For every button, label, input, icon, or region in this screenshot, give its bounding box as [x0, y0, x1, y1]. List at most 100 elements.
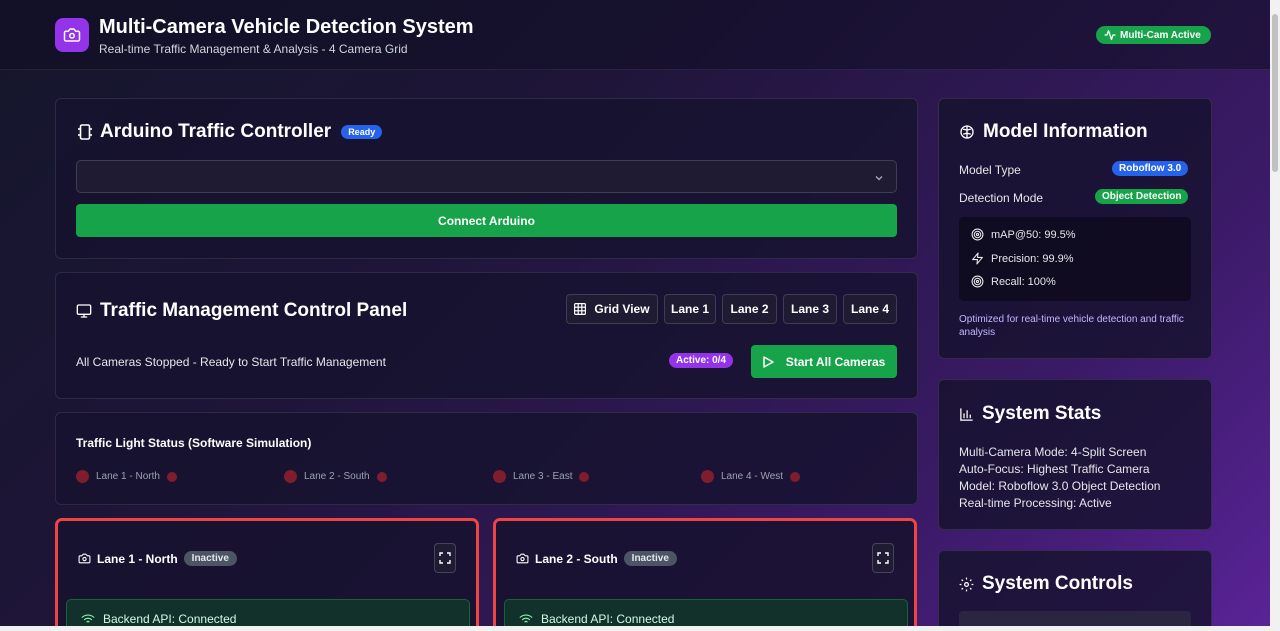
- system-stats-title: System Stats: [982, 403, 1102, 424]
- brain-icon: [960, 125, 974, 139]
- traffic-control-panel: Traffic Management Control Panel Grid Vi…: [55, 272, 918, 399]
- chip-icon: [78, 124, 92, 140]
- wifi-icon: [81, 614, 95, 623]
- stat-line: Real-time Processing: Active: [959, 496, 1112, 510]
- red-light-indicator: [701, 470, 714, 483]
- active-count-badge: Active: 0/4: [669, 353, 734, 368]
- start-all-cameras-label: Start All Cameras: [785, 354, 886, 369]
- maximize-icon: [877, 552, 889, 564]
- grid-view-label: Grid View: [594, 302, 650, 316]
- maximize-icon: [439, 552, 451, 564]
- camera-status-badge: Inactive: [623, 551, 677, 566]
- serial-port-select[interactable]: [76, 160, 897, 193]
- model-type-label: Model Type: [959, 163, 1021, 177]
- arduino-card-title: Arduino Traffic Controller: [100, 121, 332, 142]
- lane-1-button[interactable]: Lane 1: [664, 294, 716, 324]
- traffic-light-lane-2-label: Lane 2 - South: [304, 471, 370, 482]
- system-controls-title: System Controls: [982, 573, 1133, 594]
- system-stats-card: System Stats Multi-Camera Mode: 4-Split …: [938, 379, 1212, 530]
- fullscreen-button[interactable]: [872, 543, 894, 573]
- traffic-light-lane-4-label: Lane 4 - West: [721, 471, 784, 482]
- wifi-icon: [519, 614, 533, 623]
- horizontal-scrollbar[interactable]: [0, 626, 1270, 631]
- detection-mode-label: Detection Mode: [959, 191, 1044, 205]
- metric-precision-label: Precision: 99.9%: [991, 252, 1074, 265]
- backend-status-label: Backend API: Connected: [541, 612, 675, 626]
- target-icon: [971, 275, 984, 288]
- traffic-light-lane-2: Lane 2 - South: [284, 470, 387, 483]
- camera-icon: [78, 553, 91, 564]
- vertical-scrollbar[interactable]: [1270, 0, 1280, 631]
- lane-2-button[interactable]: Lane 2: [722, 294, 777, 324]
- scrollbar-thumb[interactable]: [1272, 14, 1278, 172]
- lane-1-button-label: Lane 1: [670, 302, 709, 316]
- traffic-light-lane-3-label: Lane 3 - East: [513, 471, 573, 482]
- detection-mode-badge: Object Detection: [1095, 189, 1189, 204]
- page-subtitle: Real-time Traffic Management & Analysis …: [99, 42, 408, 56]
- stat-line: Auto-Focus: Highest Traffic Camera: [959, 462, 1150, 476]
- lane-3-button-label: Lane 3: [790, 302, 829, 316]
- lane-4-button-label: Lane 4: [850, 302, 889, 316]
- camera-name: Lane 2 - South: [535, 551, 618, 566]
- app-header: Multi-Camera Vehicle Detection System Re…: [0, 0, 1270, 70]
- traffic-light-lane-1: Lane 1 - North: [76, 470, 177, 483]
- system-stats-list: Multi-Camera Mode: 4-Split Screen Auto-F…: [959, 444, 1160, 512]
- camera-status-text: All Cameras Stopped - Ready to Start Tra…: [76, 355, 386, 369]
- metric-map50: mAP@50: 99.5%: [971, 228, 1076, 241]
- zap-icon: [972, 252, 983, 265]
- red-light-indicator: [284, 470, 297, 483]
- grid-view-button[interactable]: Grid View: [566, 294, 658, 324]
- red-light-indicator: [493, 470, 506, 483]
- traffic-light-status-card: Traffic Light Status (Software Simulatio…: [55, 412, 918, 505]
- target-icon: [971, 228, 984, 241]
- traffic-light-lane-4: Lane 4 - West: [701, 470, 801, 483]
- chevron-down-icon: [875, 175, 883, 181]
- traffic-light-lane-1-label: Lane 1 - North: [96, 471, 160, 482]
- model-information-card: Model Information Model Type Roboflow 3.…: [938, 98, 1212, 359]
- camera-logo-icon: [55, 18, 89, 52]
- backend-status-label: Backend API: Connected: [103, 612, 237, 626]
- grid-icon: [574, 303, 587, 315]
- model-note: Optimized for real-time vehicle detectio…: [959, 314, 1184, 338]
- lane-3-button[interactable]: Lane 3: [783, 294, 837, 324]
- lane-4-button[interactable]: Lane 4: [843, 294, 897, 324]
- traffic-light-lane-3: Lane 3 - East: [493, 470, 590, 483]
- arduino-controller-card: Arduino Traffic Controller Ready Connect…: [55, 98, 918, 259]
- metrics-panel: mAP@50: 99.5% Precision: 99.9% Recall: 1…: [959, 217, 1191, 301]
- lane-2-button-label: Lane 2: [730, 302, 769, 316]
- arduino-status-badge: Ready: [341, 125, 383, 139]
- model-type-badge: Roboflow 3.0: [1112, 161, 1189, 176]
- metric-precision: Precision: 99.9%: [971, 252, 1074, 265]
- stat-line: Multi-Camera Mode: 4-Split Screen: [959, 445, 1147, 459]
- monitor-icon: [76, 304, 92, 318]
- multi-cam-status-label: Multi-Cam Active: [1120, 29, 1201, 41]
- activity-icon: [1104, 29, 1116, 41]
- camera-card-lane-1: Lane 1 - North Inactive Backend API: Con…: [55, 518, 479, 631]
- camera-status-badge: Inactive: [183, 551, 237, 566]
- page-title: Multi-Camera Vehicle Detection System: [99, 16, 474, 38]
- metric-map50-label: mAP@50: 99.5%: [991, 228, 1076, 241]
- gear-icon: [959, 577, 974, 591]
- bar-chart-icon: [960, 407, 973, 421]
- red-light-indicator: [76, 470, 89, 483]
- traffic-light-title: Traffic Light Status (Software Simulatio…: [76, 436, 312, 450]
- camera-name: Lane 1 - North: [97, 551, 178, 566]
- start-all-cameras-button[interactable]: Start All Cameras: [751, 345, 897, 378]
- stat-line: Model: Roboflow 3.0 Object Detection: [959, 479, 1161, 493]
- control-panel-title: Traffic Management Control Panel: [100, 300, 408, 321]
- connect-arduino-button[interactable]: Connect Arduino: [76, 204, 897, 237]
- fullscreen-button[interactable]: [434, 543, 456, 573]
- metric-recall-label: Recall: 100%: [991, 275, 1056, 288]
- play-icon: [762, 355, 774, 368]
- system-controls-card: System Controls: [938, 550, 1212, 631]
- light-indicator: [376, 471, 387, 482]
- multi-cam-status-badge: Multi-Cam Active: [1096, 26, 1211, 44]
- light-indicator: [790, 471, 801, 482]
- light-indicator: [579, 471, 590, 482]
- model-info-title: Model Information: [983, 121, 1148, 142]
- camera-icon: [516, 553, 529, 564]
- connect-arduino-label: Connect Arduino: [438, 213, 535, 228]
- camera-card-lane-2: Lane 2 - South Inactive Backend API: Con…: [493, 518, 917, 631]
- light-indicator: [166, 471, 177, 482]
- metric-recall: Recall: 100%: [971, 275, 1056, 288]
